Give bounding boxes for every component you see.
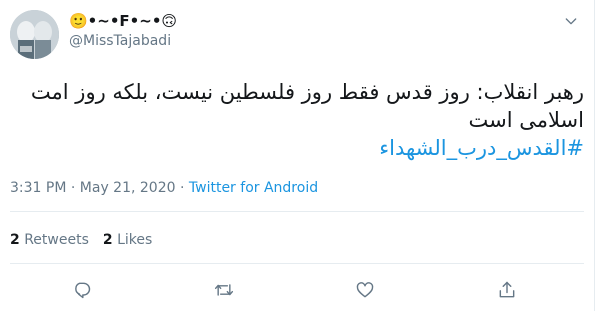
tweet-card: 🙂•~•F•~•🙃 @MissTajabadi رهبر انقلاب: روز…	[0, 0, 595, 311]
retweets-stat[interactable]: 2 Retweets	[10, 232, 89, 248]
share-icon[interactable]	[494, 277, 520, 303]
hashtag-link[interactable]: #القدس_درب_الشهداء	[10, 134, 584, 162]
tweet-text: رهبر انقلاب: روز قدس فقط روز فلسطین نیست…	[10, 78, 584, 162]
tweet-time[interactable]: 3:31 PM	[10, 180, 66, 196]
tweet-meta: 3:31 PM · May 21, 2020 · Twitter for And…	[10, 180, 318, 196]
tweet-source-link[interactable]: Twitter for Android	[189, 180, 318, 196]
chevron-down-icon[interactable]	[560, 10, 582, 32]
heart-icon[interactable]	[352, 277, 378, 303]
retweets-label: Retweets	[24, 232, 89, 248]
divider	[10, 211, 584, 212]
tweet-stats: 2 Retweets 2 Likes	[10, 232, 152, 248]
likes-count: 2	[102, 232, 113, 248]
meta-separator: ·	[70, 180, 76, 196]
tweet-date[interactable]: May 21, 2020	[80, 180, 176, 196]
reply-icon[interactable]	[69, 277, 95, 303]
tweet-text-line: اسلامی است	[468, 108, 584, 132]
user-handle[interactable]: @MissTajabadi	[69, 33, 171, 49]
retweet-icon[interactable]	[211, 277, 237, 303]
meta-separator: ·	[179, 180, 185, 196]
retweets-count: 2	[10, 232, 20, 248]
avatar[interactable]	[10, 10, 59, 59]
divider	[10, 263, 584, 264]
likes-label: Likes	[117, 232, 153, 248]
tweet-text-line: رهبر انقلاب: روز قدس فقط روز فلسطین نیست…	[30, 80, 584, 104]
action-bar	[0, 277, 594, 303]
display-name[interactable]: 🙂•~•F•~•🙃	[69, 12, 177, 30]
likes-stat[interactable]: 2 Likes	[103, 232, 152, 248]
